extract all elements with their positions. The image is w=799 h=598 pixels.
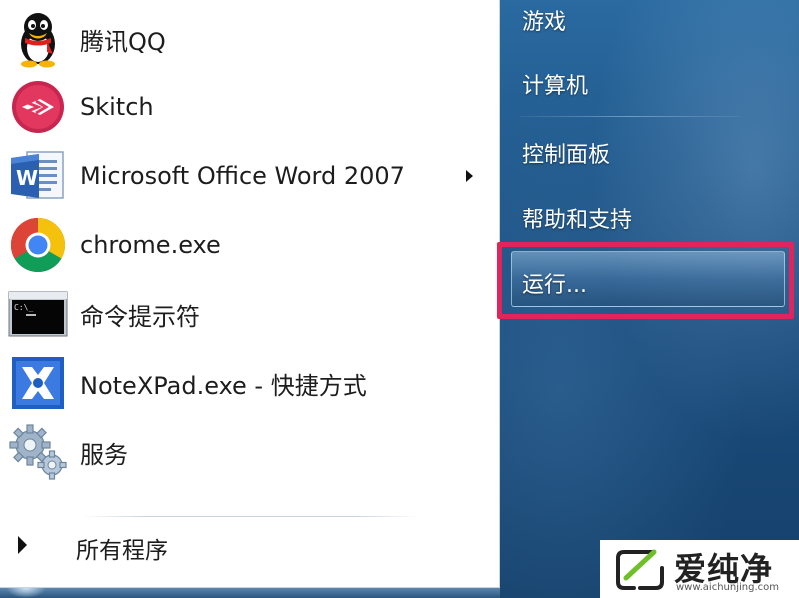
- watermark-logo-icon: [616, 549, 664, 590]
- program-label: NoteXPad.exe - 快捷方式: [80, 371, 367, 400]
- program-label: Microsoft Office Word 2007: [80, 162, 405, 190]
- program-item-skitch[interactable]: Skitch: [0, 76, 490, 138]
- right-item-computer[interactable]: 计算机: [522, 68, 588, 100]
- watermark-url: www.aichunjing.com: [676, 582, 779, 593]
- gears-icon: [8, 422, 68, 482]
- program-label: chrome.exe: [80, 231, 221, 259]
- program-item-qq[interactable]: 腾讯QQ: [0, 8, 490, 70]
- qq-penguin-icon: [8, 9, 68, 69]
- program-item-word[interactable]: W Microsoft Office Word 2007: [0, 145, 490, 207]
- right-panel-divider: [520, 116, 740, 117]
- right-item-run[interactable]: 运行...: [511, 251, 785, 307]
- svg-text:W: W: [16, 166, 38, 190]
- programs-panel: 腾讯QQ Skitch W Microsoft Office Word 2007…: [0, 0, 500, 588]
- program-item-chrome[interactable]: chrome.exe: [0, 214, 490, 276]
- program-label: 服务: [80, 440, 128, 469]
- menu-divider: [80, 516, 420, 517]
- program-label: 腾讯QQ: [80, 27, 166, 56]
- taskbar-strip: [0, 588, 500, 598]
- svg-text:C:\_: C:\_: [14, 303, 33, 312]
- watermark: 爱纯净 www.aichunjing.com: [600, 540, 799, 598]
- program-label: Skitch: [80, 93, 154, 121]
- program-item-notexpad[interactable]: NoteXPad.exe - 快捷方式: [0, 352, 490, 414]
- chrome-icon: [8, 215, 68, 275]
- right-item-control-panel[interactable]: 控制面板: [522, 137, 610, 169]
- all-programs-button[interactable]: 所有程序: [0, 524, 490, 568]
- word-icon: W: [8, 146, 68, 206]
- program-item-services[interactable]: 服务: [0, 421, 490, 483]
- run-label: 运行...: [522, 273, 587, 298]
- program-label: 命令提示符: [80, 302, 200, 331]
- notexpad-icon: [8, 353, 68, 413]
- right-item-games[interactable]: 游戏: [522, 4, 566, 36]
- program-item-cmd[interactable]: C:\_ 命令提示符: [0, 283, 490, 345]
- cmd-icon: C:\_: [8, 284, 68, 344]
- all-programs-label: 所有程序: [76, 538, 168, 564]
- submenu-arrow-icon[interactable]: [466, 170, 473, 182]
- right-item-help[interactable]: 帮助和支持: [522, 202, 632, 234]
- start-orb: [6, 588, 46, 598]
- skitch-icon: [8, 77, 68, 137]
- expand-arrow-icon: [18, 536, 27, 554]
